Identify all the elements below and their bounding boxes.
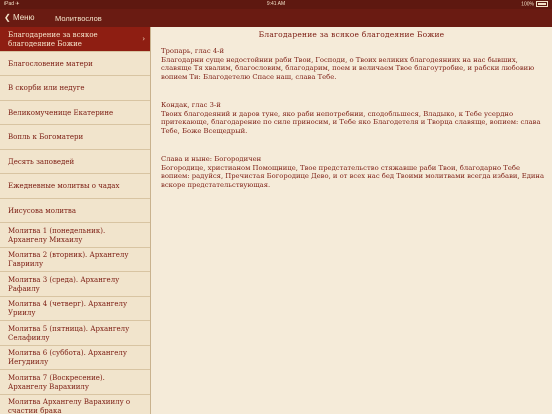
block-text: Благодарни суще недостойнии раби Твои, Г… bbox=[161, 55, 535, 81]
list-item[interactable]: Иисусова молитва bbox=[0, 199, 150, 223]
list-item-label: Благодарение за всякое благодеяние Божие bbox=[8, 30, 98, 48]
list-item-label: Вопль к Богоматери bbox=[8, 133, 84, 142]
list-item-label: Молитва 5 (пятница). Архангелу Селафиилу bbox=[8, 324, 130, 342]
status-time: 9:41 AM bbox=[266, 1, 286, 7]
prayer-title: Благодарение за всякое благодеяние Божие bbox=[258, 30, 445, 39]
battery-icon bbox=[536, 1, 548, 7]
prayer-list[interactable]: Благодарение за всякое благодеяние Божие… bbox=[0, 27, 151, 414]
list-item[interactable]: Благословение матери bbox=[0, 52, 150, 76]
block-text: Богородице, христианом Помощнице, Твое п… bbox=[161, 163, 545, 189]
list-item-label: Молитва 1 (понедельник). Архангелу Михаи… bbox=[8, 226, 106, 244]
nav-title: Молитвослов bbox=[55, 14, 102, 23]
battery-percent: 100% bbox=[521, 1, 534, 8]
list-item[interactable]: Молитва 2 (вторник). Архангелу Гавриилу bbox=[0, 248, 150, 272]
chevron-left-icon: ❮ bbox=[4, 13, 11, 22]
block-text: Твоих благодеяний и даров туне, яко раби… bbox=[161, 109, 541, 135]
list-item[interactable]: Молитва 7 (Воскресение). Архангелу Варах… bbox=[0, 370, 150, 395]
back-button[interactable]: ❮ Меню bbox=[4, 13, 35, 22]
list-item[interactable]: В скорби или недуге bbox=[0, 76, 150, 101]
list-item[interactable]: Молитва 1 (понедельник). Архангелу Михаи… bbox=[0, 223, 150, 248]
list-item-label: Молитва 7 (Воскресение). Архангелу Варах… bbox=[8, 373, 105, 391]
list-item[interactable]: Молитва 4 (четверг). Архангелу Уриилу bbox=[0, 297, 150, 321]
status-bar: iPad ✈ 9:41 AM 100% bbox=[0, 0, 552, 9]
list-item[interactable]: Молитва Архангелу Варахиилу о счастии бр… bbox=[0, 395, 150, 414]
list-item-label: Ежедневные молитвы о чадах bbox=[8, 182, 120, 191]
back-label: Меню bbox=[12, 13, 35, 22]
block-heading: Кондак, глас 3-й bbox=[161, 101, 221, 109]
kontakion-block: Кондак, глас 3-й Твоих благодеяний и дар… bbox=[161, 101, 546, 135]
prayer-content[interactable]: Благодарение за всякое благодеяние Божие… bbox=[151, 27, 552, 414]
list-item-label: Молитва 2 (вторник). Архангелу Гавриилу bbox=[8, 251, 129, 269]
list-item-label: Благословение матери bbox=[8, 59, 93, 68]
list-item[interactable]: Великомученице Екатерине bbox=[0, 101, 150, 125]
block-heading: Тропарь, глас 4-й bbox=[161, 47, 224, 55]
list-item-label: Иисусова молитва bbox=[8, 206, 77, 215]
battery-indicator: 100% bbox=[521, 1, 548, 7]
list-item-label: Молитва Архангелу Варахиилу о счастии бр… bbox=[8, 398, 131, 414]
list-item-label: Молитва 3 (среда). Архангелу Рафаилу bbox=[8, 275, 120, 293]
troparion-block: Тропарь, глас 4-й Благодарни суще недост… bbox=[161, 47, 546, 81]
block-heading: Слава и ныне: Богородичен bbox=[161, 155, 262, 163]
list-item-label: В скорби или недуге bbox=[8, 84, 85, 93]
list-item[interactable]: Благодарение за всякое благодеяние Божие… bbox=[0, 27, 150, 52]
list-item-label: Великомученице Екатерине bbox=[8, 108, 114, 117]
chevron-right-icon: › bbox=[142, 35, 145, 43]
list-item[interactable]: Молитва 3 (среда). Архангелу Рафаилу bbox=[0, 272, 150, 297]
list-item[interactable]: Десять заповедей bbox=[0, 150, 150, 174]
list-item[interactable]: Вопль к Богоматери bbox=[0, 125, 150, 150]
list-item[interactable]: Молитва 5 (пятница). Архангелу Селафиилу bbox=[0, 321, 150, 346]
theotokion-block: Слава и ныне: Богородичен Богородице, хр… bbox=[161, 155, 546, 189]
list-item-label: Молитва 6 (суббота). Архангелу Иегудиилу bbox=[8, 349, 127, 367]
list-item-label: Молитва 4 (четверг). Архангелу Уриилу bbox=[8, 300, 128, 318]
list-item[interactable]: Ежедневные молитвы о чадах bbox=[0, 174, 150, 199]
navigation-bar: ❮ Меню Молитвослов bbox=[0, 9, 552, 27]
list-item-label: Десять заповедей bbox=[8, 157, 75, 166]
list-item[interactable]: Молитва 6 (суббота). Архангелу Иегудиилу bbox=[0, 346, 150, 370]
